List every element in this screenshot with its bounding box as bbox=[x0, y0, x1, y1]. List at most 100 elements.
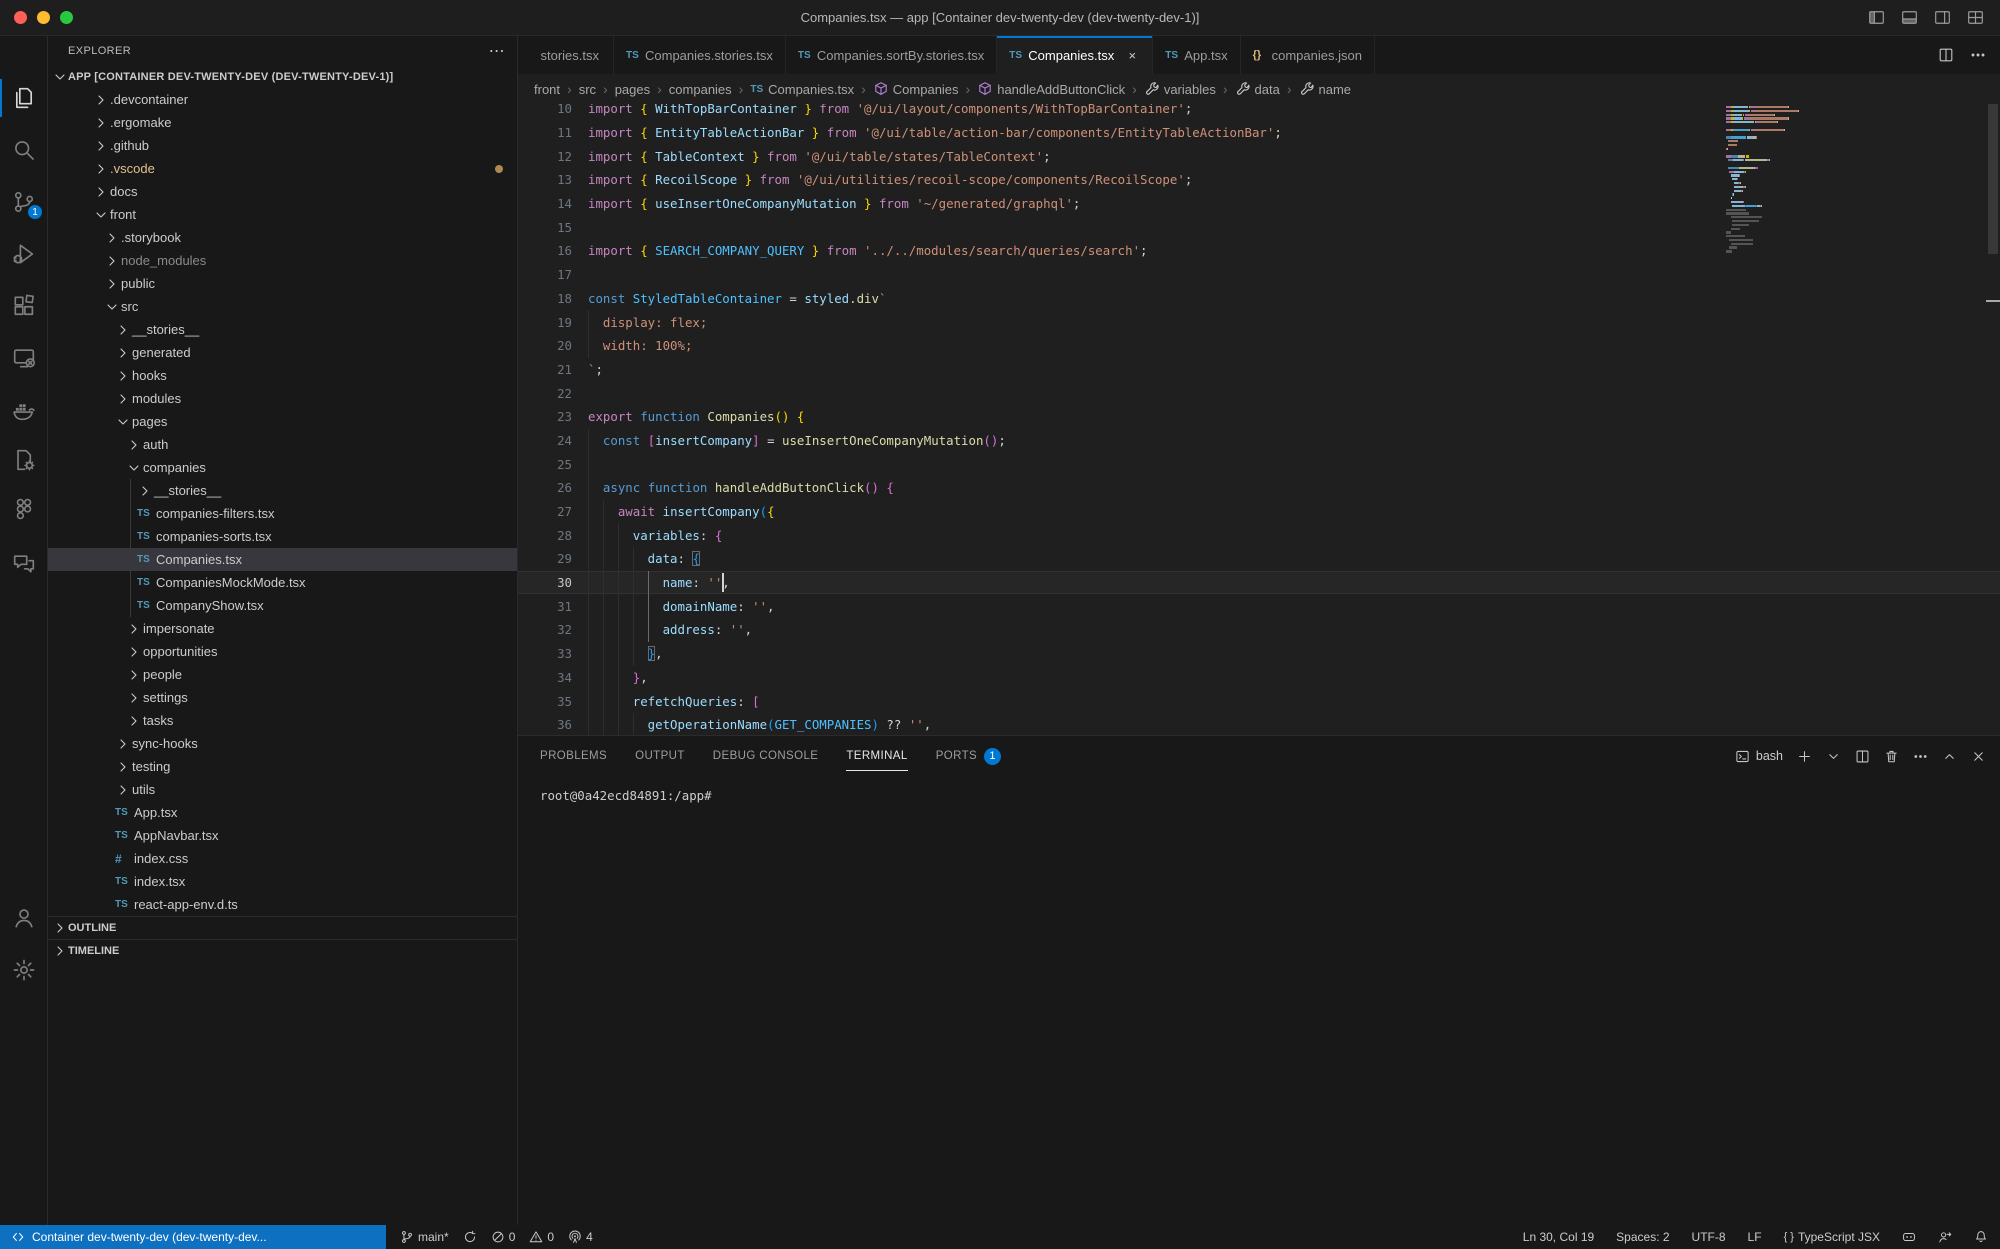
activity-remote-explorer-icon[interactable] bbox=[0, 336, 48, 380]
workspace-section-header[interactable]: APP [CONTAINER DEV-TWENTY-DEV (DEV-TWENT… bbox=[48, 66, 517, 88]
activity-explorer-icon[interactable] bbox=[0, 76, 48, 120]
status-language-mode[interactable]: { }TypeScript JSX bbox=[1784, 1230, 1880, 1244]
status-feedback-icon[interactable] bbox=[1938, 1230, 1952, 1244]
launch-profile-dropdown-icon[interactable] bbox=[1826, 749, 1841, 764]
activity-accounts-icon[interactable] bbox=[0, 896, 48, 940]
explorer-more-actions-icon[interactable]: ⋯ bbox=[489, 41, 505, 61]
tree-item-companiesmockmode-tsx[interactable]: TSCompaniesMockMode.tsx bbox=[48, 571, 517, 594]
tree-item--devcontainer[interactable]: .devcontainer bbox=[48, 88, 517, 111]
activity-run-and-debug-icon[interactable] bbox=[0, 232, 48, 276]
code-line-28[interactable]: 28 variables: { bbox=[518, 523, 2000, 547]
close-panel-icon[interactable] bbox=[1971, 749, 1986, 764]
code-line-32[interactable]: 32 address: '', bbox=[518, 618, 2000, 642]
tree-item-companies-sorts-tsx[interactable]: TScompanies-sorts.tsx bbox=[48, 525, 517, 548]
activity-figma-icon[interactable] bbox=[0, 487, 48, 531]
tree-item-companies-filters-tsx[interactable]: TScompanies-filters.tsx bbox=[48, 502, 517, 525]
code-editor[interactable]: 10import { WithTopBarContainer } from '@… bbox=[518, 104, 2000, 735]
panel-tab-terminal[interactable]: TERMINAL bbox=[846, 736, 907, 776]
tree-item-companyshow-tsx[interactable]: TSCompanyShow.tsx bbox=[48, 594, 517, 617]
tab-companies-tsx[interactable]: TSCompanies.tsx× bbox=[997, 36, 1153, 74]
new-terminal-button[interactable] bbox=[1797, 749, 1812, 764]
tree-item--ergomake[interactable]: .ergomake bbox=[48, 111, 517, 134]
tree-item-auth[interactable]: auth bbox=[48, 433, 517, 456]
traffic-lights[interactable] bbox=[14, 11, 73, 24]
tree-item-opportunities[interactable]: opportunities bbox=[48, 640, 517, 663]
status-encoding[interactable]: UTF-8 bbox=[1692, 1230, 1726, 1244]
tree-item-pages[interactable]: pages bbox=[48, 410, 517, 433]
tab-companies-json[interactable]: {}companies.json bbox=[1241, 36, 1375, 74]
status-warnings[interactable]: 0 bbox=[529, 1230, 554, 1244]
tree-item-utils[interactable]: utils bbox=[48, 778, 517, 801]
titlebar-toggle-sidebar-right-icon[interactable] bbox=[1934, 9, 1951, 26]
code-line-20[interactable]: 20 width: 100%; bbox=[518, 334, 2000, 358]
status-git-branch[interactable]: main* bbox=[400, 1230, 449, 1244]
activity-comments-icon[interactable] bbox=[0, 542, 48, 586]
activity-settings-icon[interactable] bbox=[0, 948, 48, 992]
editor-more-actions-icon[interactable] bbox=[1970, 47, 1986, 63]
activity-docker-icon[interactable] bbox=[0, 388, 48, 432]
tree-item-public[interactable]: public bbox=[48, 272, 517, 295]
panel-tab-problems[interactable]: PROBLEMS bbox=[540, 736, 607, 776]
code-line-29[interactable]: 29 data: { bbox=[518, 547, 2000, 571]
tree-item-people[interactable]: people bbox=[48, 663, 517, 686]
zoom-window-button[interactable] bbox=[60, 11, 73, 24]
tree-item-src[interactable]: src bbox=[48, 295, 517, 318]
tab-companies-sortby-stories-tsx[interactable]: TSCompanies.sortBy.stories.tsx bbox=[786, 36, 997, 74]
tree-item--vscode[interactable]: .vscode bbox=[48, 157, 517, 180]
terminal-output[interactable]: root@0a42ecd84891:/app# bbox=[518, 776, 2000, 1225]
code-line-33[interactable]: 33 }, bbox=[518, 642, 2000, 666]
breadcrumb-item-pages[interactable]: ›pages bbox=[596, 81, 650, 97]
breadcrumb-item-companies[interactable]: ›companies bbox=[650, 81, 732, 97]
activity-source-control-icon[interactable]: 1 bbox=[0, 180, 48, 224]
tree-item-generated[interactable]: generated bbox=[48, 341, 517, 364]
code-line-18[interactable]: 18const StyledTableContainer = styled.di… bbox=[518, 287, 2000, 311]
breadcrumb-item-companies-tsx[interactable]: ›TSCompanies.tsx bbox=[732, 81, 854, 97]
tab-app-tsx[interactable]: TSApp.tsx bbox=[1153, 36, 1240, 74]
tree-item-tasks[interactable]: tasks bbox=[48, 709, 517, 732]
titlebar-toggle-sidebar-left-icon[interactable] bbox=[1868, 9, 1885, 26]
status-forwarded-ports[interactable]: 4 bbox=[568, 1230, 593, 1244]
code-line-22[interactable]: 22 bbox=[518, 381, 2000, 405]
code-line-19[interactable]: 19 display: flex; bbox=[518, 310, 2000, 334]
kill-terminal-icon[interactable] bbox=[1884, 749, 1899, 764]
status-indentation[interactable]: Spaces: 2 bbox=[1616, 1230, 1669, 1244]
code-line-27[interactable]: 27 await insertCompany({ bbox=[518, 500, 2000, 524]
tree-item-impersonate[interactable]: impersonate bbox=[48, 617, 517, 640]
panel-tab-ports[interactable]: PORTS1 bbox=[936, 736, 1001, 776]
tab-companies-stories-tsx[interactable]: TSCompanies.stories.tsx bbox=[614, 36, 786, 74]
code-line-24[interactable]: 24 const [insertCompany] = useInsertOneC… bbox=[518, 429, 2000, 453]
status-cursor-position[interactable]: Ln 30, Col 19 bbox=[1523, 1230, 1594, 1244]
breadcrumb-item-handleaddbuttonclick[interactable]: ›handleAddButtonClick bbox=[959, 81, 1126, 97]
tree-item--storybook[interactable]: .storybook bbox=[48, 226, 517, 249]
close-window-button[interactable] bbox=[14, 11, 27, 24]
code-line-25[interactable]: 25 bbox=[518, 452, 2000, 476]
tab-stories-tsx[interactable]: stories.tsx bbox=[518, 36, 614, 74]
tree-item-testing[interactable]: testing bbox=[48, 755, 517, 778]
split-editor-icon[interactable] bbox=[1938, 47, 1954, 63]
tree-item-app-tsx[interactable]: TSApp.tsx bbox=[48, 801, 517, 824]
sidebar-section-outline[interactable]: OUTLINE bbox=[48, 916, 517, 939]
tree-item-companies-tsx[interactable]: TSCompanies.tsx bbox=[48, 548, 517, 571]
sidebar-section-timeline[interactable]: TIMELINE bbox=[48, 939, 517, 962]
code-line-21[interactable]: 21`; bbox=[518, 358, 2000, 382]
breadcrumb-item-companies[interactable]: ›Companies bbox=[854, 81, 958, 97]
activity-extensions-icon[interactable] bbox=[0, 284, 48, 328]
tree-item-companies[interactable]: companies bbox=[48, 456, 517, 479]
code-line-36[interactable]: 36 getOperationName(GET_COMPANIES) ?? ''… bbox=[518, 713, 2000, 735]
breadcrumb-item-variables[interactable]: ›variables bbox=[1125, 81, 1216, 97]
code-line-17[interactable]: 17 bbox=[518, 263, 2000, 287]
minimap[interactable] bbox=[1726, 106, 1810, 254]
split-terminal-icon[interactable] bbox=[1855, 749, 1870, 764]
code-line-30[interactable]: 30 name: '', bbox=[518, 571, 2000, 595]
activity-dev-containers-icon[interactable] bbox=[0, 438, 48, 482]
tree-item-appnavbar-tsx[interactable]: TSAppNavbar.tsx bbox=[48, 824, 517, 847]
remote-indicator[interactable]: Container dev-twenty-dev (dev-twenty-dev… bbox=[0, 1225, 386, 1249]
breadcrumb-item-data[interactable]: ›data bbox=[1216, 81, 1280, 97]
code-line-23[interactable]: 23export function Companies() { bbox=[518, 405, 2000, 429]
tree-item-modules[interactable]: modules bbox=[48, 387, 517, 410]
code-line-34[interactable]: 34 }, bbox=[518, 666, 2000, 690]
status-notifications-icon[interactable] bbox=[1974, 1230, 1988, 1244]
titlebar-toggle-panel-icon[interactable] bbox=[1901, 9, 1918, 26]
tree-item-index-css[interactable]: #index.css bbox=[48, 847, 517, 870]
tree-item-docs[interactable]: docs bbox=[48, 180, 517, 203]
